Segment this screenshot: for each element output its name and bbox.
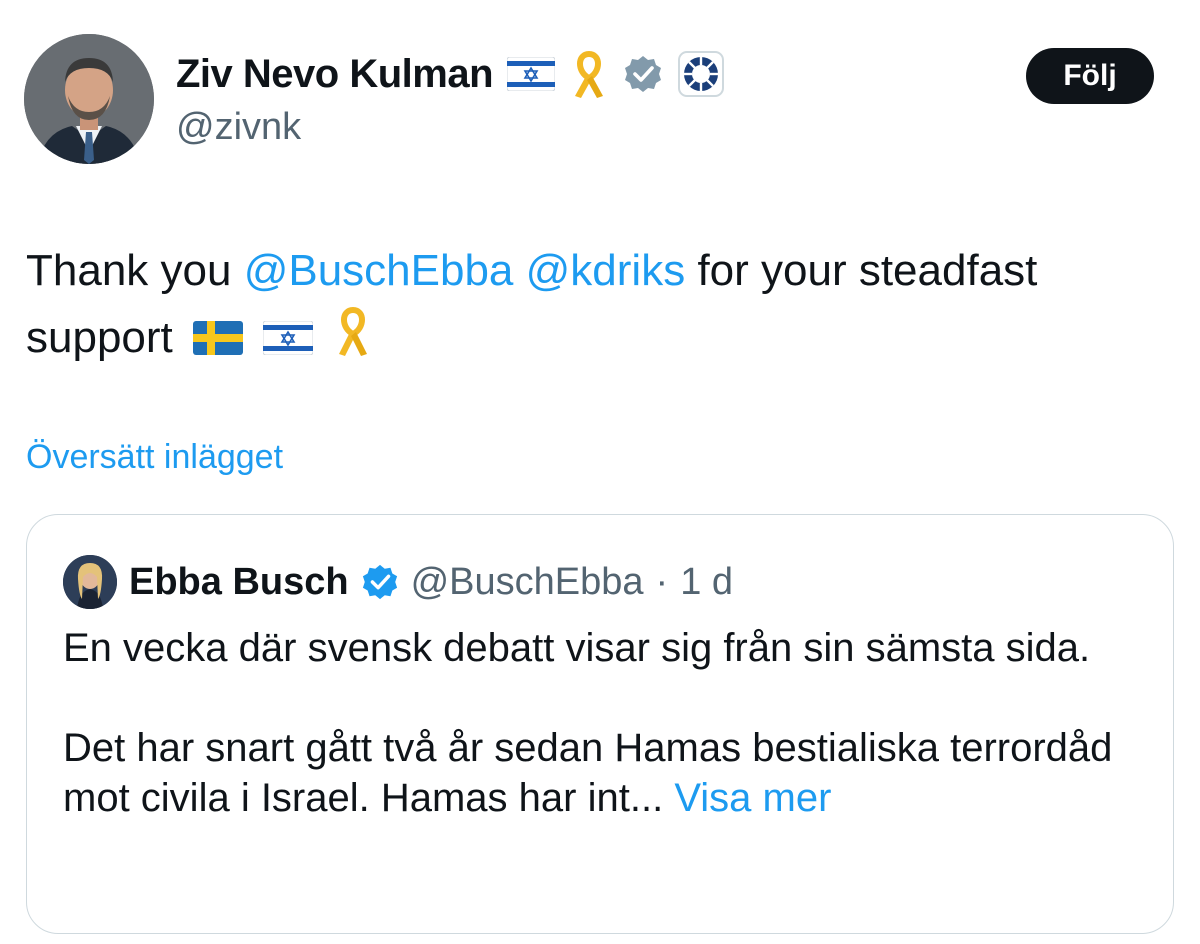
yellow-ribbon-icon (569, 48, 609, 100)
tweet-text-space (513, 246, 525, 295)
author-handle[interactable]: @zivnk (176, 106, 301, 149)
quoted-tweet-header: Ebba Busch @BuschEbba · 1 d (63, 555, 733, 609)
organization-emblem-icon[interactable] (677, 50, 725, 98)
tweet-text: Thank you @BuschEbba @kdriks for your st… (26, 238, 1166, 377)
yellow-ribbon-icon (333, 304, 373, 377)
quoted-paragraph-2-block: Det har snart gått två år sedan Hamas be… (63, 723, 1143, 823)
author-avatar[interactable] (24, 34, 154, 164)
quoted-author-avatar[interactable] (63, 555, 117, 609)
author-name[interactable]: Ziv Nevo Kulman (176, 52, 494, 97)
tweet-text-part: Thank you (26, 246, 244, 295)
dot-separator: · (655, 560, 669, 603)
quoted-tweet-card[interactable]: Ebba Busch @BuschEbba · 1 d En vecka där… (26, 514, 1174, 934)
quoted-paragraph-1: En vecka där svensk debatt visar sig frå… (63, 626, 1091, 670)
mention-link[interactable]: @kdriks (526, 246, 686, 295)
israel-flag-icon (262, 308, 314, 374)
israel-flag-icon (507, 57, 556, 91)
verified-blue-badge-icon[interactable] (361, 563, 399, 601)
quoted-tweet-text: En vecka där svensk debatt visar sig frå… (63, 623, 1143, 823)
mention-link[interactable]: @BuschEbba (244, 246, 514, 295)
translate-post-link[interactable]: Översätt inlägget (26, 438, 283, 477)
follow-button[interactable]: Följ (1026, 48, 1154, 104)
verified-gray-badge-icon[interactable] (623, 54, 663, 94)
quoted-author-name[interactable]: Ebba Busch (129, 561, 349, 604)
sweden-flag-icon (193, 308, 243, 374)
show-more-link[interactable]: Visa mer (674, 776, 831, 820)
author-name-row: Ziv Nevo Kulman (176, 48, 725, 100)
quoted-paragraph-2: Det har snart gått två år sedan Hamas be… (63, 726, 1113, 820)
quoted-tweet-time[interactable]: 1 d (680, 561, 733, 604)
quoted-author-handle[interactable]: @BuschEbba (411, 561, 644, 604)
